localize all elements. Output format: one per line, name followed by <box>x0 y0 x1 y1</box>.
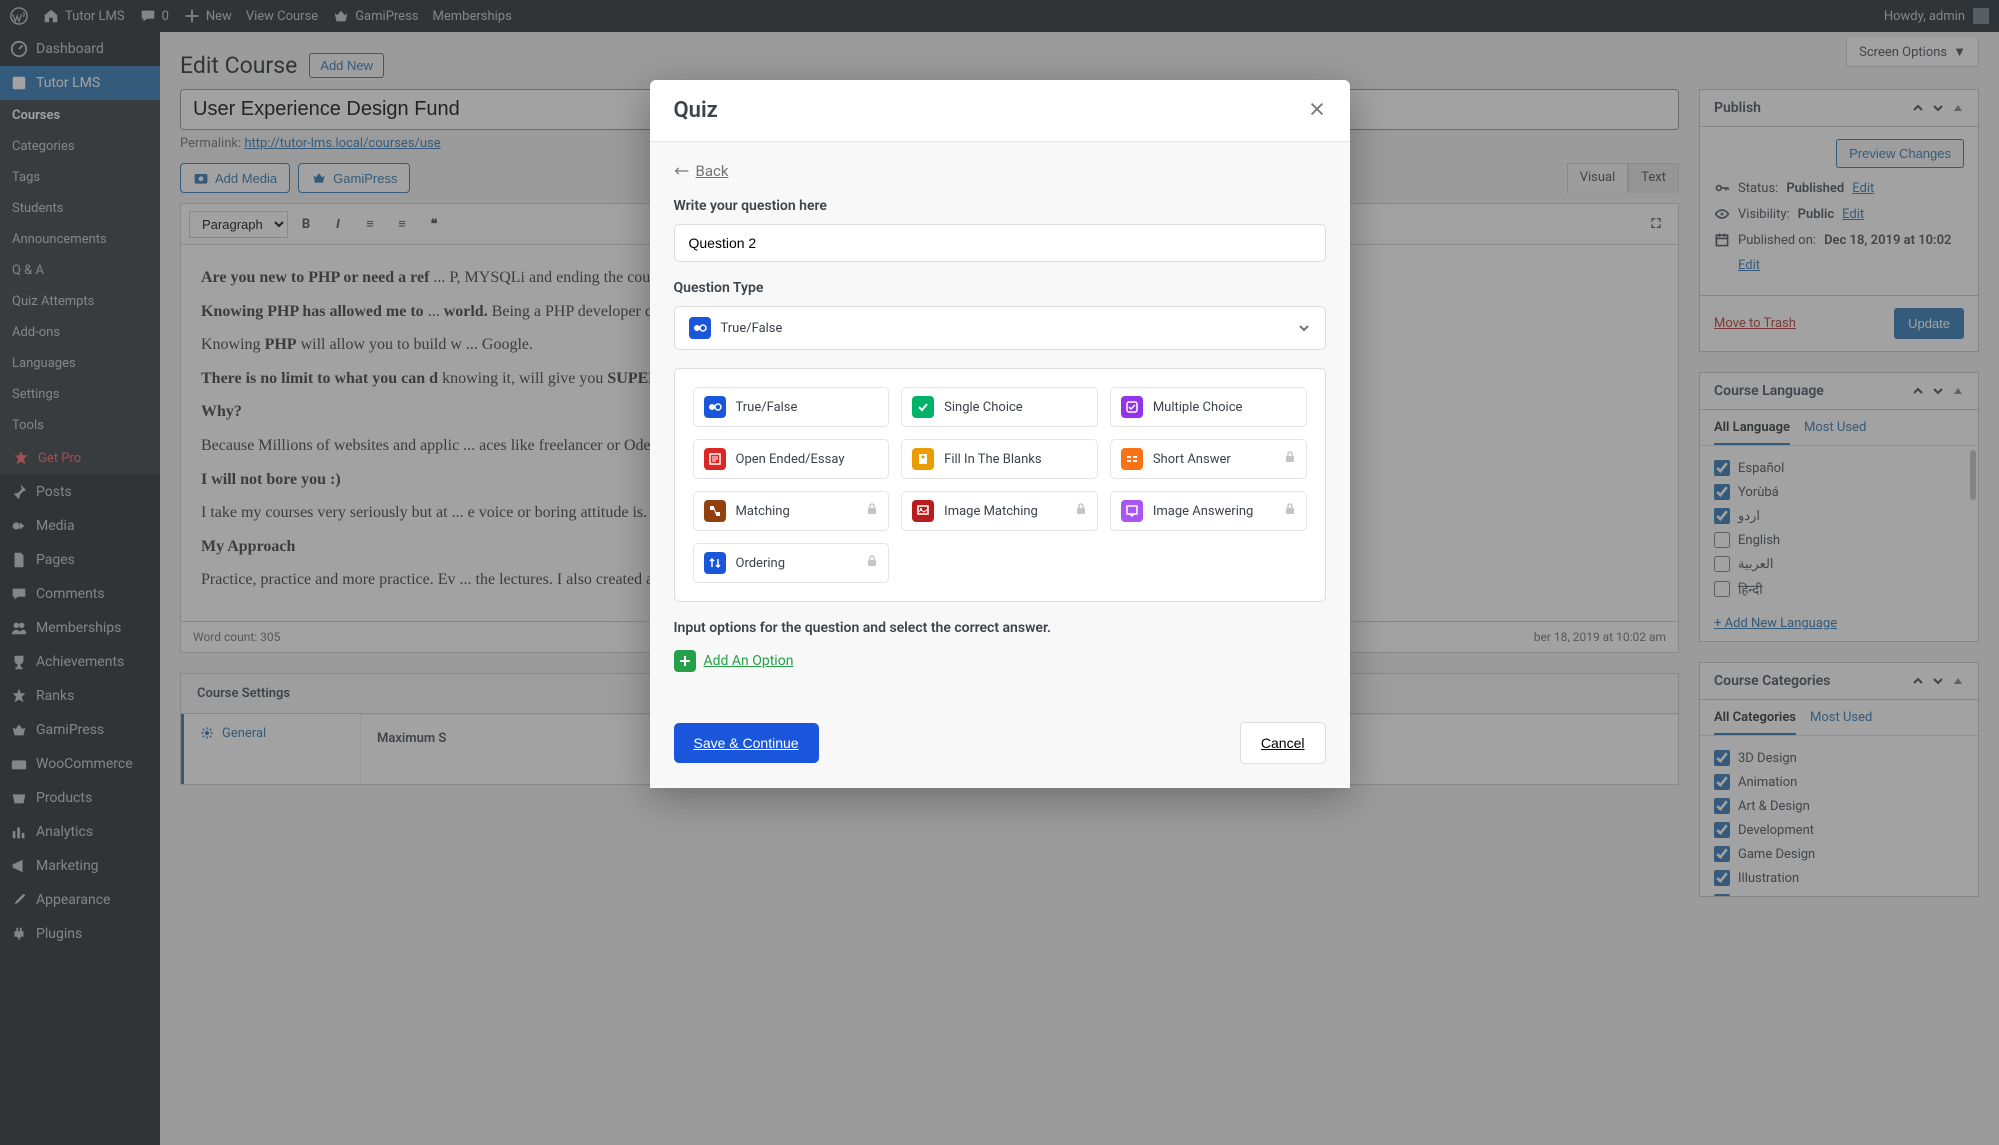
type-grid: True/False Single Choice Multiple Choice Op… <box>674 368 1326 602</box>
type-select[interactable]: True/False <box>674 306 1326 350</box>
close-button[interactable] <box>1308 100 1326 122</box>
lock-icon <box>1284 451 1296 467</box>
lock-icon <box>1075 503 1087 519</box>
type-option[interactable]: Single Choice <box>901 387 1098 427</box>
type-option[interactable]: Open Ended/Essay <box>693 439 890 479</box>
chevron-down-icon <box>1297 321 1311 335</box>
type-option[interactable]: Matching <box>693 491 890 531</box>
modal-title: Quiz <box>674 98 718 123</box>
input-options-label: Input options for the question and selec… <box>674 620 1326 636</box>
type-option[interactable]: Fill In The Blanks <box>901 439 1098 479</box>
type-label: Question Type <box>674 280 1326 296</box>
type-option[interactable]: Image Matching <box>901 491 1098 531</box>
close-icon <box>1308 100 1326 118</box>
save-continue-button[interactable]: Save & Continue <box>674 723 819 763</box>
cancel-button[interactable]: Cancel <box>1240 722 1326 764</box>
lock-icon <box>1284 503 1296 519</box>
question-input[interactable] <box>674 224 1326 262</box>
type-option[interactable]: Multiple Choice <box>1110 387 1307 427</box>
add-option-button[interactable]: Add An Option <box>674 650 1326 672</box>
truefalse-icon <box>689 317 711 339</box>
quiz-modal: Quiz Back Write your question here Quest… <box>650 80 1350 788</box>
back-link[interactable]: Back <box>674 162 1326 180</box>
type-icon <box>912 448 934 470</box>
type-icon <box>704 500 726 522</box>
type-icon <box>1121 500 1143 522</box>
type-label: Image Matching <box>944 504 1038 519</box>
type-icon <box>1121 396 1143 418</box>
type-label: Ordering <box>736 556 786 571</box>
type-label: Fill In The Blanks <box>944 452 1041 467</box>
lock-icon <box>866 555 878 571</box>
type-icon <box>704 396 726 418</box>
type-option[interactable]: True/False <box>693 387 890 427</box>
type-label: True/False <box>736 400 798 415</box>
type-option[interactable]: Ordering <box>693 543 890 583</box>
type-label: Open Ended/Essay <box>736 452 845 467</box>
question-label: Write your question here <box>674 198 1326 214</box>
type-icon <box>1121 448 1143 470</box>
type-label: Matching <box>736 504 790 519</box>
arrow-left-icon <box>674 165 690 177</box>
plus-icon <box>674 650 696 672</box>
lock-icon <box>866 503 878 519</box>
type-icon <box>912 396 934 418</box>
type-icon <box>704 552 726 574</box>
type-option[interactable]: Short Answer <box>1110 439 1307 479</box>
type-label: Single Choice <box>944 400 1023 415</box>
type-icon <box>912 500 934 522</box>
modal-backdrop[interactable]: Quiz Back Write your question here Quest… <box>0 0 1999 1145</box>
type-icon <box>704 448 726 470</box>
type-option[interactable]: Image Answering <box>1110 491 1307 531</box>
type-label: Image Answering <box>1153 504 1254 519</box>
type-label: Short Answer <box>1153 452 1231 467</box>
type-label: Multiple Choice <box>1153 400 1243 415</box>
